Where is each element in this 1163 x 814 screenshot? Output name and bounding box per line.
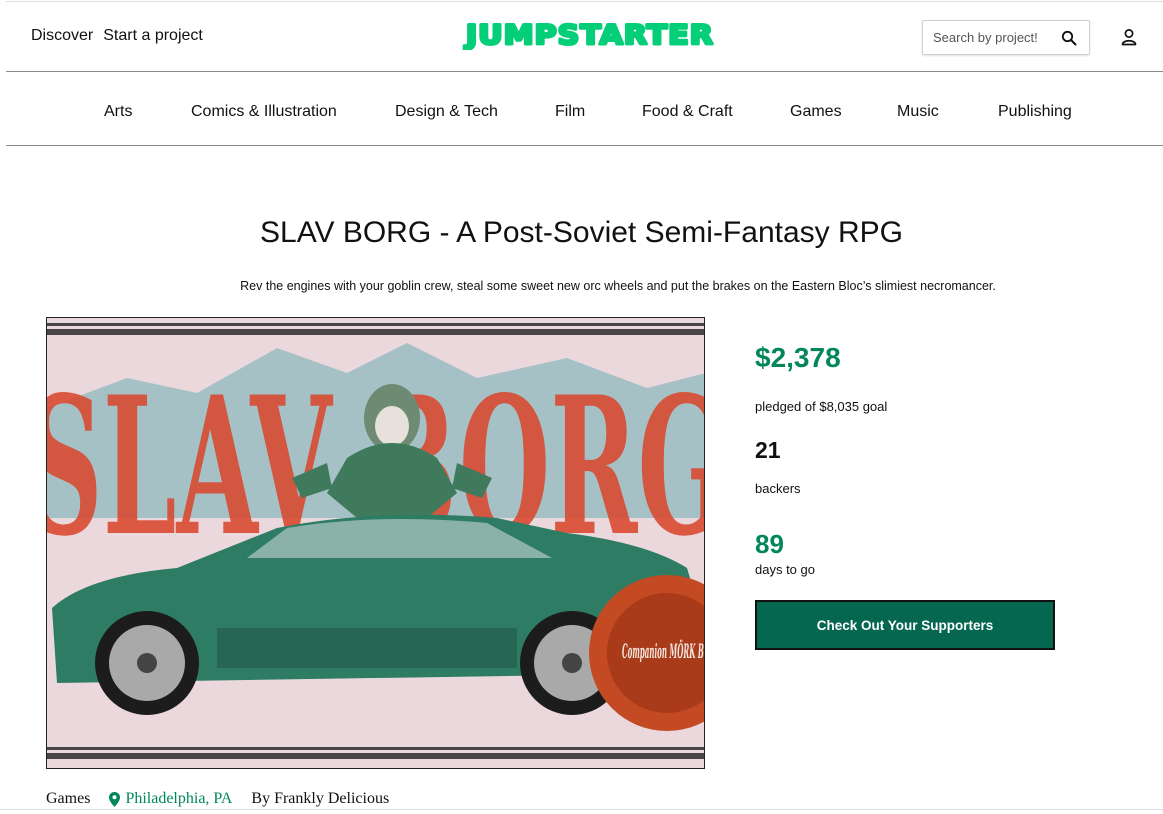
project-title: SLAV BORG - A Post-Soviet Semi-Fantasy R…	[260, 216, 903, 249]
category-food-craft[interactable]: Food & Craft	[642, 103, 733, 121]
days-count: 89	[755, 529, 784, 559]
start-project-link[interactable]: Start a project	[103, 27, 203, 45]
category-comics-illustration[interactable]: Comics & Illustration	[191, 103, 337, 121]
location-link[interactable]: Philadelphia, PA	[109, 790, 232, 808]
goal-text: pledged of $8,035 goal	[755, 399, 888, 414]
backers-count: 21	[755, 437, 781, 463]
project-hero-image[interactable]: SLAV BORG Companion MÖRK BORG	[46, 317, 705, 769]
bottom-divider	[0, 809, 1163, 810]
discover-link[interactable]: Discover	[31, 27, 93, 45]
location-text: Philadelphia, PA	[125, 790, 233, 807]
backers-label: backers	[755, 481, 801, 496]
top-navigation-bar: Discover Start a project JUMPSTARTER	[6, 1, 1163, 72]
project-category-link[interactable]: Games	[46, 790, 90, 808]
category-arts[interactable]: Arts	[104, 103, 132, 121]
project-artwork: SLAV BORG Companion MÖRK BORG	[47, 318, 705, 768]
location-pin-icon	[109, 791, 121, 807]
search-icon[interactable]	[1061, 30, 1077, 46]
top-links: Discover Start a project	[31, 27, 203, 45]
category-film[interactable]: Film	[555, 103, 585, 121]
category-music[interactable]: Music	[897, 103, 939, 121]
creator-text: By Frankly Delicious	[251, 790, 390, 807]
category-publishing[interactable]: Publishing	[998, 103, 1072, 121]
logo-text: JUMPSTARTER	[464, 20, 714, 50]
pledged-amount: $2,378	[755, 342, 841, 373]
category-bar: Arts Comics & Illustration Design & Tech…	[6, 72, 1163, 146]
user-profile-icon[interactable]	[1120, 28, 1138, 46]
search-input[interactable]	[933, 30, 1051, 45]
seal-text: Companion MÖRK BORG	[622, 638, 705, 663]
search-box[interactable]	[922, 20, 1090, 55]
jumpstarter-logo[interactable]: JUMPSTARTER	[462, 20, 718, 50]
project-blurb: Rev the engines with your goblin crew, s…	[240, 279, 996, 293]
project-meta: Games Philadelphia, PA By Frankly Delici…	[46, 790, 389, 808]
category-games[interactable]: Games	[790, 103, 842, 121]
category-design-tech[interactable]: Design & Tech	[395, 103, 498, 121]
check-out-supporters-button[interactable]: Check Out Your Supporters	[755, 600, 1055, 650]
days-label: days to go	[755, 562, 815, 577]
